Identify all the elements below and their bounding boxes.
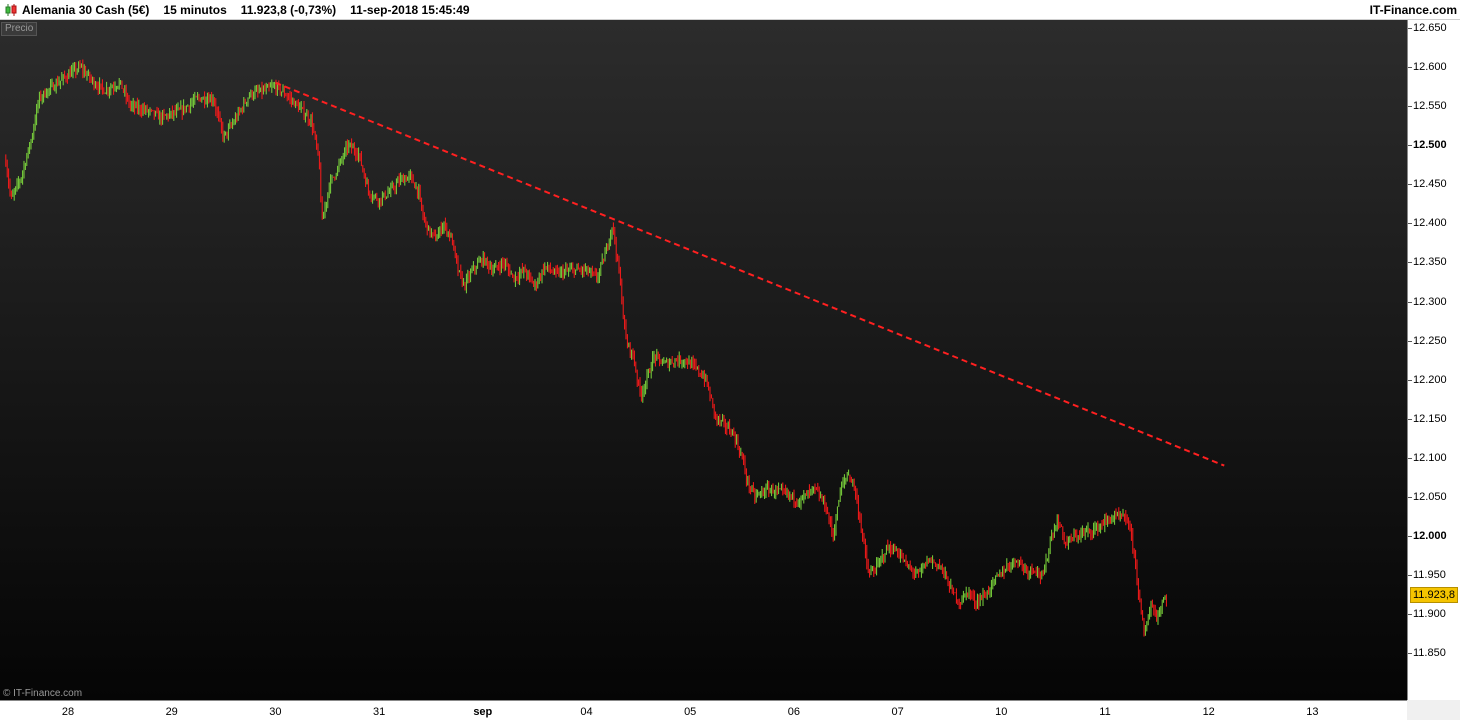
- price-tick-mark: [1408, 28, 1412, 29]
- price-tick-mark: [1408, 340, 1412, 342]
- price-tick-mark: [1408, 614, 1412, 616]
- price-tick-label: 12.300: [1413, 295, 1447, 308]
- price-tick-label: 12.600: [1413, 61, 1447, 74]
- price-tick-mark: [1408, 496, 1412, 498]
- date-tick-label: sep: [473, 706, 493, 718]
- candlestick-series: [5, 59, 1167, 637]
- price-tick-mark: [1408, 379, 1412, 381]
- date-tick-label: 10: [995, 706, 1008, 718]
- price-tick-mark: [1408, 301, 1412, 303]
- quote-datetime: 11-sep-2018 15:45:49: [350, 3, 470, 17]
- series-label: Precio: [1, 22, 38, 36]
- price-axis[interactable]: 11.923,8 12.650 12.600 12.550 12.500 12.450 1…: [1407, 20, 1460, 700]
- price-tick-label: 12.000: [1413, 529, 1447, 542]
- last-price-tag: 11.923,8: [1410, 587, 1459, 604]
- date-tick-label: 12: [1202, 706, 1215, 718]
- price-tick-label: 12.100: [1413, 451, 1447, 464]
- price-tick-mark: [1408, 145, 1412, 147]
- date-tick-label: 31: [372, 706, 386, 718]
- price-tick-label: 12.450: [1413, 178, 1447, 191]
- price-tick-label: 12.050: [1413, 490, 1447, 503]
- price-tick-label: 12.650: [1413, 22, 1447, 34]
- date-tick-label: 30: [269, 706, 282, 718]
- watermark: © IT-Finance.com: [3, 688, 83, 699]
- downtrend-line: [275, 81, 1225, 467]
- date-tick-label: 11: [1099, 706, 1111, 718]
- price-tick-label: 12.250: [1413, 334, 1447, 347]
- date-tick-label: 05: [684, 706, 697, 718]
- time-axis[interactable]: 28 29 30 31 sep 04 05 06 07 10 11 12 13: [0, 700, 1407, 720]
- date-tick-label: 07: [891, 706, 904, 718]
- price-tick-label: 12.400: [1413, 217, 1447, 230]
- candlestick-chart-icon: [5, 4, 17, 16]
- price-tick-mark: [1408, 575, 1412, 576]
- price-tick-label: 12.200: [1413, 373, 1447, 386]
- price-tick-mark: [1408, 535, 1412, 537]
- price-tick-label: 11.850: [1413, 647, 1446, 660]
- price-tick-label: 12.150: [1413, 412, 1447, 425]
- price-tick-label: 12.550: [1413, 100, 1447, 113]
- price-tick-mark: [1408, 262, 1412, 264]
- date-tick-label: 06: [787, 706, 801, 718]
- chart-title-bar: Alemania 30 Cash (5€) 15 minutos 11.923,8 …: [0, 0, 1460, 20]
- last-quote: 11.923,8 (-0,73%): [240, 3, 337, 17]
- date-tick-label: 13: [1306, 706, 1319, 718]
- price-tick-mark: [1408, 457, 1412, 459]
- price-tick-mark: [1408, 106, 1412, 108]
- timeframe: 15 minutos: [163, 3, 227, 17]
- date-tick-label: 29: [165, 706, 178, 718]
- price-chart: [5, 59, 1225, 637]
- price-chart-area[interactable]: Precio © IT-Finance.com: [0, 20, 1407, 700]
- price-tick-label: 11.900: [1413, 608, 1446, 621]
- price-tick-mark: [1408, 223, 1412, 225]
- brand-label: IT-Finance.com: [1369, 3, 1457, 17]
- price-tick-mark: [1408, 653, 1412, 655]
- price-tick-mark: [1408, 67, 1412, 69]
- price-tick-mark: [1408, 418, 1412, 420]
- price-tick-label: 12.350: [1413, 256, 1447, 269]
- price-tick-mark: [1408, 184, 1412, 186]
- price-tick-label: 11.950: [1413, 569, 1446, 581]
- price-tick-label: 12.500: [1413, 139, 1447, 152]
- chart-title: Alemania 30 Cash (5€) 15 minutos 11.923,8 …: [22, 3, 484, 17]
- date-tick-label: 04: [580, 706, 593, 718]
- date-tick-label: 28: [61, 706, 75, 718]
- instrument-name: Alemania 30 Cash (5€): [22, 3, 150, 17]
